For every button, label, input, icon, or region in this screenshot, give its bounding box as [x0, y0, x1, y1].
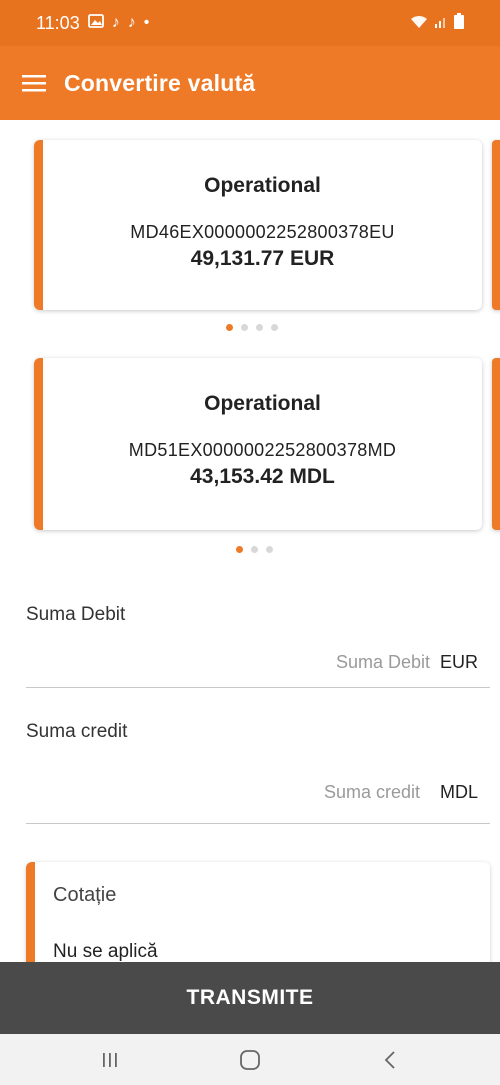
signal-icon [434, 13, 448, 34]
credit-amount-row: MDL [26, 762, 490, 824]
currency-exchange-screen: 11:03 ♪ ♪ • Convertire valută Operationa… [0, 0, 500, 1085]
recent-apps-icon [103, 1052, 117, 1067]
credit-amount-label: Suma credit [26, 721, 128, 742]
debit-carousel-pager [226, 324, 278, 331]
battery-icon [454, 12, 464, 34]
debit-pager-dot[interactable] [241, 324, 248, 331]
account-iban: MD51EX0000002252800378MD [128, 440, 397, 460]
back-icon [384, 1050, 395, 1069]
status-time: 11:03 [36, 12, 80, 33]
recent-apps-button[interactable] [80, 1038, 140, 1082]
status-right [410, 12, 464, 34]
page-title: Convertire valută [64, 69, 256, 96]
wifi-icon [410, 13, 428, 34]
app-bar: Convertire valută [0, 46, 500, 120]
debit-amount-row: EUR [26, 638, 490, 688]
debit-currency: EUR [439, 652, 478, 672]
system-nav-bar [0, 1034, 500, 1085]
quote-title: Cotație [53, 884, 117, 906]
debit-amount-label: Suma Debit [26, 604, 126, 625]
credit-amount-input[interactable] [159, 782, 420, 803]
dot-icon: • [143, 14, 150, 31]
status-left: 11:03 ♪ ♪ • [36, 13, 149, 34]
account-balance: 49,131.77 EUR [190, 247, 335, 270]
gallery-icon [87, 14, 104, 32]
credit-pager-dot[interactable] [266, 546, 273, 553]
credit-account-card[interactable]: Operational MD51EX0000002252800378MD 43,… [34, 358, 482, 530]
status-bar: 11:03 ♪ ♪ • [0, 0, 500, 46]
quote-value: Nu se aplică [53, 941, 158, 962]
account-balance: 43,153.42 MDL [190, 465, 335, 488]
debit-pager-dot[interactable] [256, 324, 263, 331]
debit-pager-dot[interactable] [226, 324, 233, 331]
tiktok-icon: ♪ [127, 14, 136, 31]
next-credit-account-card[interactable] [492, 358, 500, 530]
credit-pager-dot[interactable] [236, 546, 243, 553]
back-button[interactable] [360, 1038, 420, 1082]
credit-pager-dot[interactable] [251, 546, 258, 553]
account-type: Operational [204, 174, 321, 197]
hamburger-menu-icon [22, 75, 46, 92]
debit-account-card[interactable]: Operational MD46EX0000002252800378EU 49,… [34, 140, 482, 310]
menu-button[interactable] [10, 59, 58, 107]
debit-amount-input[interactable] [169, 652, 430, 673]
credit-currency: MDL [439, 782, 478, 802]
account-iban: MD46EX0000002252800378EU [130, 222, 395, 242]
account-type: Operational [204, 392, 321, 415]
debit-pager-dot[interactable] [271, 324, 278, 331]
credit-carousel-pager [236, 546, 273, 553]
submit-button[interactable]: TRANSMITE [0, 962, 500, 1034]
home-button[interactable] [220, 1038, 280, 1082]
next-debit-account-card[interactable] [492, 140, 500, 310]
home-icon [240, 1049, 260, 1070]
tiktok-icon: ♪ [111, 14, 120, 31]
